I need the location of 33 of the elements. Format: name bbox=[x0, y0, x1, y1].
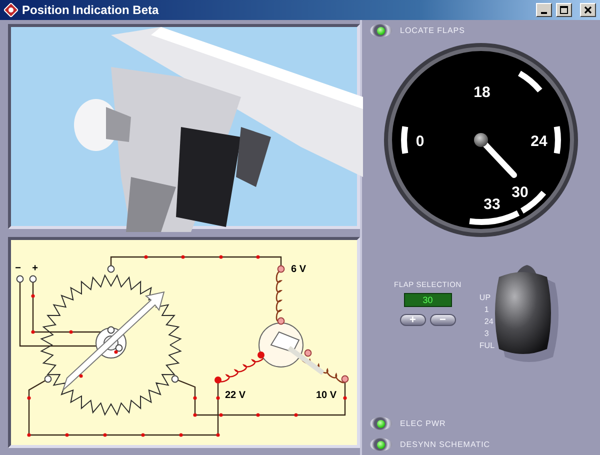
indicator-lamp[interactable] bbox=[370, 417, 392, 430]
minimize-icon bbox=[541, 12, 547, 14]
gauge-needle bbox=[474, 133, 517, 178]
gauge-scale-label: 30 bbox=[512, 184, 528, 201]
close-button[interactable] bbox=[580, 3, 596, 17]
window-title: Position Indication Beta bbox=[22, 2, 160, 19]
gauge-scale-label: 0 bbox=[416, 133, 424, 150]
terminal-label: + bbox=[32, 263, 38, 274]
lever-position-label: FUL bbox=[479, 340, 495, 352]
indicator-label: DESYNN SCHEMATIC bbox=[400, 438, 490, 450]
gauge-scale-label: 33 bbox=[484, 196, 500, 213]
indicator-lamp[interactable] bbox=[370, 438, 392, 451]
minimize-button[interactable] bbox=[536, 3, 552, 17]
lever-position-label: 1 bbox=[484, 304, 490, 316]
voltage-label: 6 V bbox=[291, 264, 306, 275]
gauge-scale-label: 18 bbox=[474, 84, 490, 101]
flap-selection-display: 30 bbox=[404, 293, 452, 308]
increase-button[interactable]: + bbox=[400, 314, 426, 326]
maximize-icon bbox=[560, 6, 568, 14]
app-icon bbox=[4, 3, 18, 17]
terminal-label: − bbox=[15, 263, 21, 274]
decrease-button[interactable]: − bbox=[430, 314, 456, 326]
voltage-label: 10 V bbox=[316, 390, 337, 401]
voltage-label: 22 V bbox=[225, 390, 246, 401]
close-icon bbox=[584, 6, 592, 14]
indicator-label: ELEC PWR bbox=[400, 418, 446, 430]
indicator-label: LOCATE FLAPS bbox=[400, 24, 465, 36]
indicator-lamp[interactable] bbox=[370, 24, 392, 37]
gauge-scale-label: 24 bbox=[530, 133, 548, 150]
lever-position-label: 3 bbox=[484, 328, 490, 340]
lever-position-label: 24 bbox=[484, 316, 494, 328]
lever-position-label: UP bbox=[479, 292, 492, 304]
maximize-button[interactable] bbox=[556, 3, 572, 17]
